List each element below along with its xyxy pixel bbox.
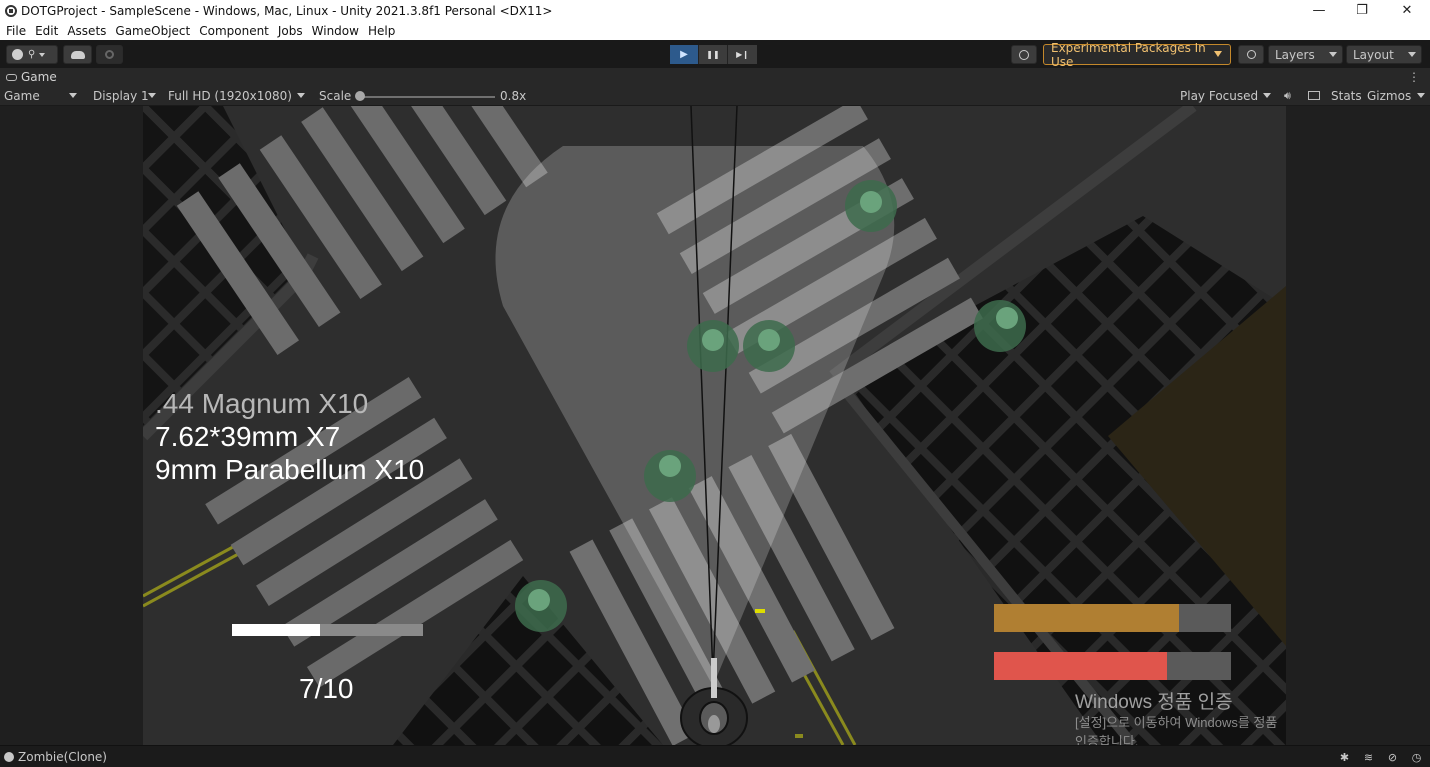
game-view-controls: Game Display 1 Full HD (1920x1080) Scale…: [0, 86, 1430, 106]
resolution-select[interactable]: Full HD (1920x1080): [168, 86, 310, 106]
view-select-label: Game: [4, 89, 40, 103]
tab-game[interactable]: Game: [0, 68, 63, 86]
menu-window[interactable]: Window: [312, 24, 359, 38]
lighting-icon[interactable]: ⊘: [1386, 751, 1399, 764]
scale-label: Scale: [319, 89, 352, 103]
tab-strip: Game ⋮: [0, 68, 1430, 86]
gizmos-dropdown[interactable]: Gizmos: [1367, 86, 1427, 106]
stamina-bar: [994, 604, 1231, 632]
display-select[interactable]: Display 1: [93, 86, 161, 106]
health-fill: [994, 652, 1167, 680]
menu-help[interactable]: Help: [368, 24, 395, 38]
status-bar: Zombie(Clone) ✱ ≋ ⊘ ◷: [0, 745, 1430, 767]
display-select-label: Display 1: [93, 89, 149, 103]
close-button[interactable]: ✕: [1384, 0, 1430, 22]
history-button[interactable]: [1011, 45, 1037, 64]
ammo-762: 7.62*39mm X7: [155, 421, 341, 452]
step-button[interactable]: ▶❙: [728, 45, 757, 64]
ammo-magnum: .44 Magnum X10: [155, 388, 369, 419]
reload-progress-fill: [232, 624, 320, 636]
cloud-button[interactable]: [63, 45, 92, 64]
windows-activation-title: Windows 정품 인증: [1075, 692, 1233, 713]
layout-dropdown[interactable]: Layout: [1346, 45, 1422, 64]
view-select[interactable]: Game: [4, 86, 82, 106]
account-icon: [12, 49, 23, 60]
experimental-packages-label: Experimental Packages In Use: [1051, 40, 1206, 69]
services-button[interactable]: [96, 45, 123, 64]
search-icon: [1246, 50, 1256, 59]
check-circle-icon[interactable]: ◷: [1410, 751, 1423, 764]
menu-assets[interactable]: Assets: [67, 24, 106, 38]
chevron-down-icon: [39, 52, 46, 57]
play-controls: ▶ ❚❚ ▶❙: [670, 45, 759, 64]
health-bar: [994, 652, 1231, 680]
shortcuts-icon[interactable]: [1308, 86, 1320, 106]
menu-bar: File Edit Assets GameObject Component Jo…: [0, 22, 1430, 40]
chevron-down-icon: [69, 93, 77, 98]
ammo-9mm: 9mm Parabellum X10: [155, 454, 425, 485]
scale-slider-handle[interactable]: [355, 91, 365, 101]
menu-component[interactable]: Component: [199, 24, 269, 38]
resolution-select-label: Full HD (1920x1080): [168, 89, 292, 103]
account-button[interactable]: ⚲: [6, 45, 58, 64]
gamepad-icon: [6, 73, 17, 81]
layers-label: Layers: [1275, 47, 1315, 62]
game-viewport[interactable]: .44 Magnum X10 7.62*39mm X7 9mm Parabell…: [0, 106, 1430, 745]
pause-button[interactable]: ❚❚: [699, 45, 728, 64]
play-mode-select[interactable]: Play Focused: [1180, 86, 1276, 106]
chevron-down-icon: [1329, 52, 1337, 57]
menu-edit[interactable]: Edit: [35, 24, 58, 38]
info-icon: [4, 752, 14, 762]
window-title: DOTGProject - SampleScene - Windows, Mac…: [21, 4, 553, 18]
chevron-down-icon: [1408, 52, 1416, 57]
stats-button[interactable]: Stats: [1331, 86, 1362, 106]
game-scene[interactable]: .44 Magnum X10 7.62*39mm X7 9mm Parabell…: [143, 106, 1286, 745]
stamina-fill: [994, 604, 1179, 632]
cloud-icon: [70, 50, 85, 59]
chevron-down-icon: [1263, 93, 1271, 98]
chevron-down-icon: [148, 93, 156, 98]
menu-jobs[interactable]: Jobs: [278, 24, 303, 38]
windows-activation-text: [설정]으로 이동하여 Windows를 정품 인증합니다.: [1075, 715, 1278, 745]
reload-progress-bar: [232, 624, 423, 636]
tab-game-label: Game: [21, 70, 57, 84]
main-toolbar: ⚲ ▶ ❚❚ ▶❙ Experimental Packages In Use L…: [0, 40, 1430, 69]
play-button[interactable]: ▶: [670, 45, 699, 64]
minimize-button[interactable]: —: [1296, 0, 1342, 22]
mute-audio-icon[interactable]: 🔊︎: [1284, 86, 1291, 106]
layout-label: Layout: [1353, 47, 1394, 62]
layers-dropdown[interactable]: Layers: [1268, 45, 1343, 64]
chevron-down-icon: [1214, 51, 1222, 57]
unity-logo-icon: [5, 5, 17, 17]
scale-slider-track[interactable]: [359, 96, 495, 98]
status-message: Zombie(Clone): [18, 750, 107, 764]
tab-menu-icon[interactable]: ⋮: [1408, 70, 1420, 84]
maximize-button[interactable]: ❐: [1339, 0, 1385, 22]
gizmos-label: Gizmos: [1367, 89, 1412, 103]
chevron-down-icon: [297, 93, 305, 98]
magazine-count: 7/10: [299, 673, 354, 704]
experimental-packages-button[interactable]: Experimental Packages In Use: [1043, 41, 1231, 69]
chevron-down-icon: [1417, 93, 1425, 98]
history-icon: [1019, 49, 1029, 60]
gear-icon: [105, 50, 114, 59]
layers-stack-icon[interactable]: ≋: [1362, 751, 1375, 764]
collab-icon: ⚲: [28, 49, 36, 60]
play-mode-label: Play Focused: [1180, 89, 1259, 103]
console-status[interactable]: Zombie(Clone): [4, 750, 107, 764]
search-button[interactable]: [1238, 45, 1264, 64]
scale-value: 0.8x: [500, 89, 527, 103]
menu-file[interactable]: File: [6, 24, 26, 38]
menu-gameobject[interactable]: GameObject: [115, 24, 190, 38]
title-bar: DOTGProject - SampleScene - Windows, Mac…: [0, 0, 1430, 22]
bug-icon[interactable]: ✱: [1338, 751, 1351, 764]
